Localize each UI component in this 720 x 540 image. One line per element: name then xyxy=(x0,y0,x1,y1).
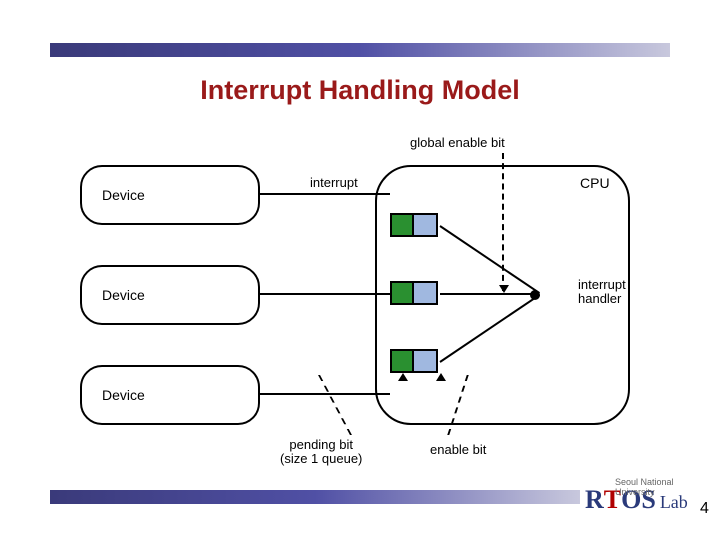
device-3-label: Device xyxy=(102,387,145,403)
enable-bit-1 xyxy=(414,213,438,237)
device-box-3: Device xyxy=(80,365,260,425)
device-1-label: Device xyxy=(102,187,145,203)
page-number: 4 xyxy=(700,500,709,518)
global-enable-arrow xyxy=(502,153,504,291)
enable-bit-arrow-head xyxy=(436,373,446,381)
pending-bit-label-line1: pending bit xyxy=(289,437,353,452)
interrupt-handler-node xyxy=(530,290,540,300)
wire-device-1 xyxy=(260,193,390,195)
bit-pair-3 xyxy=(390,349,438,373)
top-accent-bar xyxy=(50,43,670,57)
logo-university-text: Seoul National University xyxy=(615,477,688,497)
enable-bit-3 xyxy=(414,349,438,373)
pending-bit-arrow-head xyxy=(398,373,408,381)
enable-bit-label: enable bit xyxy=(430,442,486,457)
cpu-label: CPU xyxy=(580,175,610,191)
slide-title: Interrupt Handling Model xyxy=(0,75,720,106)
pending-bit-label-line2: (size 1 queue) xyxy=(280,451,362,466)
pending-bit-label: pending bit (size 1 queue) xyxy=(280,438,362,467)
device-box-1: Device xyxy=(80,165,260,225)
pending-bit-2 xyxy=(390,281,414,305)
global-enable-bit-label: global enable bit xyxy=(410,135,505,150)
interrupt-handler-label: interrupt handler xyxy=(578,278,626,307)
bit-pair-1 xyxy=(390,213,438,237)
enable-bit-2 xyxy=(414,281,438,305)
bit-pair-2 xyxy=(390,281,438,305)
wire-device-2 xyxy=(260,293,390,295)
diag-line-2 xyxy=(440,293,532,295)
interrupt-wire-label: interrupt xyxy=(310,175,358,190)
device-2-label: Device xyxy=(102,287,145,303)
bottom-accent-bar xyxy=(50,490,580,504)
interrupt-handler-label-line2: handler xyxy=(578,291,621,306)
pending-bit-3 xyxy=(390,349,414,373)
interrupt-handler-label-line1: interrupt xyxy=(578,277,626,292)
pending-bit-1 xyxy=(390,213,414,237)
diagram-area: global enable bit CPU interrupt handler … xyxy=(80,135,660,485)
device-box-2: Device xyxy=(80,265,260,325)
rtos-lab-logo: Seoul National University RTOS Lab xyxy=(585,485,688,515)
logo-letter-r: R xyxy=(585,485,604,515)
